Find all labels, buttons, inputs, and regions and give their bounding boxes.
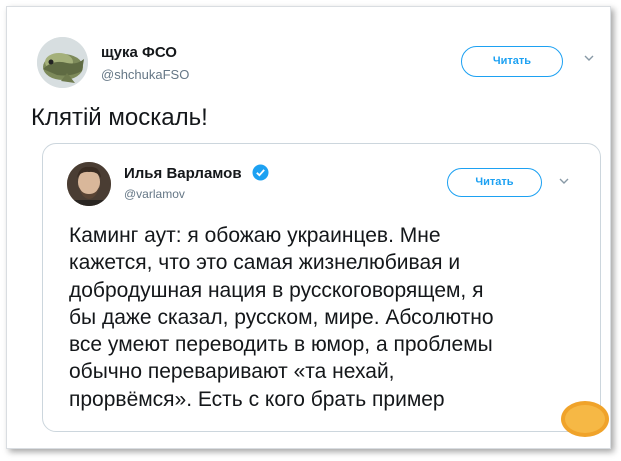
quoted-author-handle[interactable]: @varlamov: [124, 187, 185, 201]
quoted-follow-button[interactable]: Читать: [447, 168, 542, 197]
avatar[interactable]: [37, 37, 88, 88]
chevron-down-icon[interactable]: [559, 174, 569, 188]
tweet-text: Клятій москаль!: [31, 104, 208, 131]
quoted-avatar[interactable]: [67, 162, 111, 206]
chevron-down-icon[interactable]: [584, 51, 594, 65]
author-name[interactable]: щука ФСО: [101, 44, 177, 61]
pike-avatar-icon: [37, 37, 88, 88]
quoted-text-line: обычно переваривают «та нехай,: [69, 360, 395, 384]
person-avatar-icon: [67, 162, 111, 206]
verified-badge-icon: [252, 164, 269, 181]
quoted-author-name[interactable]: Илья Варламов: [124, 165, 242, 182]
quoted-tweet[interactable]: Илья Варламов @varlamov Читать Каминг ау…: [42, 143, 601, 432]
quoted-text-line: прорвёмся». Есть с кого брать пример: [69, 387, 445, 411]
watermark-logo: [559, 399, 611, 439]
quoted-text-line: Каминг аут: я обожаю украинцев. Мне: [69, 224, 441, 247]
quoted-text-line: кажется, что это самая жизнелюбивая и: [69, 251, 461, 275]
tweet-card: щука ФСО @shchukaFSO Читать Клятій моска…: [6, 6, 611, 449]
quoted-text-line: добродушная нация в русскоговорящем, я: [69, 278, 484, 302]
author-handle[interactable]: @shchukaFSO: [101, 67, 189, 82]
follow-button[interactable]: Читать: [461, 46, 563, 77]
quoted-text-line: бы даже сказал, русском, мире. Абсолютно: [69, 305, 494, 329]
quoted-text-line: все умеют переводить в юмор, а проблемы: [69, 333, 493, 357]
quoted-tweet-text: Каминг аут: я обожаю украинцев. Мне каже…: [69, 222, 589, 413]
